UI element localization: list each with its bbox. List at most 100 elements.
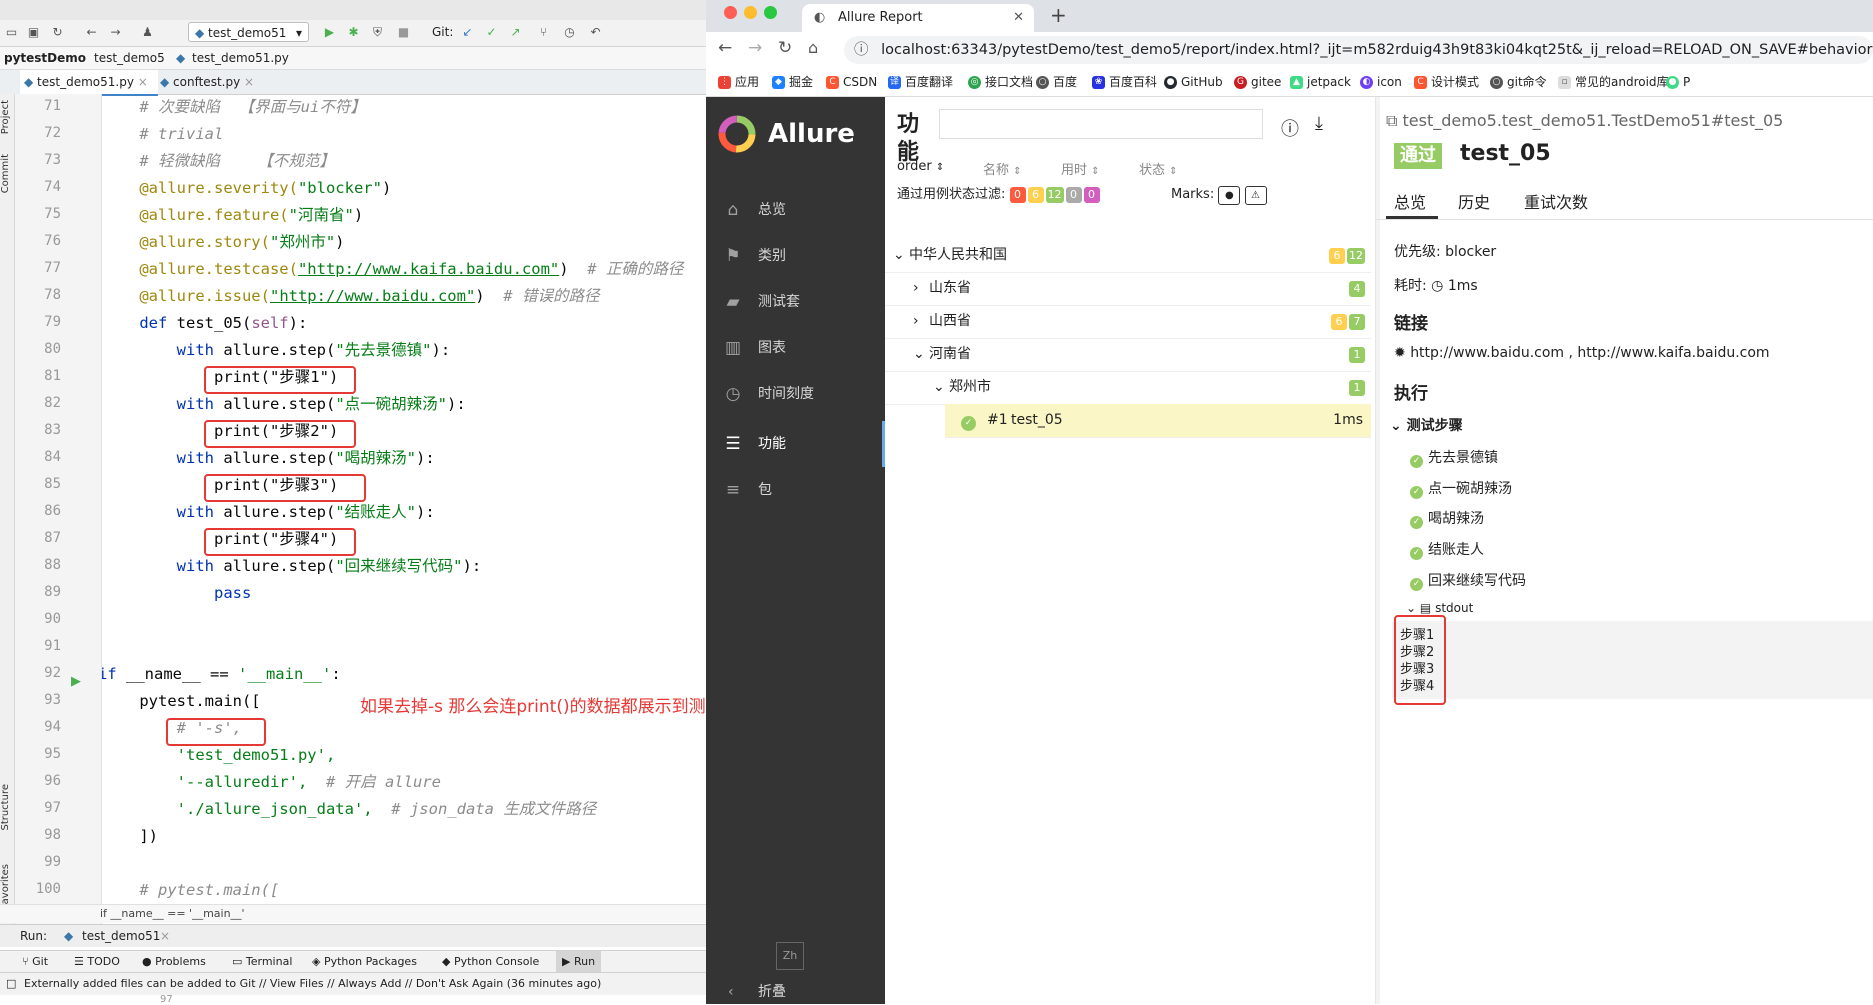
nav-suites[interactable]: ▰ 测试套: [706, 279, 885, 325]
close-window-button[interactable]: [724, 6, 737, 19]
run-gutter-icon[interactable]: ▶: [71, 674, 81, 689]
run-tab[interactable]: test_demo51: [82, 925, 160, 947]
debug-icon[interactable]: ✱: [346, 25, 361, 40]
bookmark-baidu-translate[interactable]: 译百度翻译: [888, 68, 953, 96]
sort-status[interactable]: 状态 ⇕: [1139, 159, 1178, 178]
tree-node-henan[interactable]: ⌄ 河南省 1: [885, 338, 1371, 372]
minimize-window-button[interactable]: [744, 6, 757, 19]
bookmark-design-patterns[interactable]: C 设计模式: [1414, 68, 1479, 96]
breadcrumb-project[interactable]: pytestDemo: [4, 47, 86, 69]
nav-packages[interactable]: ≡ 包: [706, 467, 885, 513]
tree-node-shanxi[interactable]: › 山西省 67: [885, 305, 1371, 339]
forward-icon[interactable]: →: [748, 38, 762, 58]
close-tab-icon[interactable]: ✕: [1013, 4, 1024, 32]
nav-overview[interactable]: ⌂ 总览: [706, 187, 885, 233]
bookmark-baidu-baike[interactable]: ❀ 百度百科: [1092, 68, 1157, 96]
project-tool-tab[interactable]: Project: [0, 100, 14, 134]
coverage-icon[interactable]: ⛨: [370, 25, 385, 40]
bookmark-baidu[interactable]: ○ 百度: [1036, 68, 1077, 96]
folder-icon[interactable]: ▭: [4, 25, 19, 40]
commit-tool-tab[interactable]: Commit: [0, 154, 14, 193]
git-push-icon[interactable]: ↗: [508, 25, 523, 40]
stop-icon[interactable]: ■: [396, 25, 411, 40]
bookmark-csdn[interactable]: C CSDN: [826, 68, 877, 96]
python-console-tool-tab[interactable]: ◆ Python Console: [442, 951, 539, 973]
run-config-select[interactable]: ◆ test_demo51 ▾: [188, 22, 309, 42]
bookmark-apps[interactable]: ⋮ 应用: [718, 68, 759, 96]
bookmark-git-commands[interactable]: ○ git命令: [1490, 68, 1547, 96]
back-icon[interactable]: ←: [84, 25, 99, 40]
nav-timeline[interactable]: ◷ 时间刻度: [706, 371, 885, 417]
tree-node-zhengzhou[interactable]: ⌄ 郑州市 1: [885, 371, 1371, 405]
step-1[interactable]: ✓ 先去景德镇: [1410, 447, 1498, 468]
flaky-mark-icon[interactable]: ●: [1218, 186, 1241, 205]
download-icon[interactable]: ⤓: [1315, 113, 1323, 134]
breadcrumb-folder[interactable]: test_demo5: [94, 47, 165, 69]
step-5[interactable]: ✓ 回来继续写代码: [1410, 570, 1526, 591]
test-steps-header[interactable]: ⌄ 测试步骤: [1390, 415, 1463, 435]
filter-passed[interactable]: 12: [1045, 187, 1064, 203]
git-branch-icon[interactable]: ⑂: [536, 25, 551, 40]
reload-icon[interactable]: ↻: [778, 38, 792, 58]
new-tab-icon[interactable]: +: [1050, 3, 1067, 27]
rollback-icon[interactable]: ↶: [588, 25, 603, 40]
structure-tool-tab[interactable]: Structure: [0, 784, 14, 831]
sort-order[interactable]: order ⇕: [897, 159, 944, 174]
git-commit-icon[interactable]: ✓: [484, 25, 499, 40]
tab-conftest[interactable]: ◆ conftest.py ×: [156, 70, 274, 94]
python-packages-tool-tab[interactable]: ◈ Python Packages: [312, 951, 417, 973]
url-input[interactable]: ⓘ localhost:63343/pytestDemo/test_demo5/…: [844, 36, 1873, 64]
step-3[interactable]: ✓ 喝胡辣汤: [1410, 508, 1484, 529]
sort-duration[interactable]: 用时 ⇕: [1061, 159, 1100, 178]
maximize-window-button[interactable]: [764, 6, 777, 19]
warning-mark-icon[interactable]: ⚠: [1244, 186, 1267, 205]
tree-node-country[interactable]: ⌄ 中华人民共和国 6 12: [885, 239, 1371, 273]
stdout-attachment[interactable]: ⌄ ▤ stdout: [1406, 601, 1473, 615]
bookmark-juejin[interactable]: ◆ 掘金: [772, 68, 813, 96]
step-4[interactable]: ✓ 结账走人: [1410, 539, 1484, 560]
filter-skipped[interactable]: 0: [1065, 187, 1082, 203]
language-switch-button[interactable]: Zh: [776, 942, 804, 970]
sync-icon[interactable]: ↻: [50, 25, 65, 40]
close-icon[interactable]: ×: [160, 925, 170, 947]
status-message[interactable]: Externally added files can be added to G…: [24, 973, 601, 995]
history-icon[interactable]: ◷: [562, 25, 577, 40]
tab-history[interactable]: 历史: [1458, 189, 1490, 213]
bookmark-api-docs[interactable]: ◎ 接口文档: [968, 68, 1033, 96]
sort-name[interactable]: 名称 ⇕: [983, 159, 1022, 178]
save-icon[interactable]: ▣: [26, 25, 41, 40]
nav-behaviors[interactable]: ☰ 功能: [706, 421, 885, 467]
run-icon[interactable]: ▶: [322, 25, 337, 40]
allure-brand[interactable]: Allure: [768, 119, 855, 149]
browser-tab-allure[interactable]: ◐ Allure Report ✕: [802, 4, 1034, 32]
problems-tool-tab[interactable]: ● Problems: [142, 951, 206, 973]
forward-icon[interactable]: →: [108, 25, 123, 40]
filter-unknown[interactable]: 0: [1083, 187, 1100, 203]
info-icon[interactable]: ⓘ: [854, 42, 869, 58]
copy-icon[interactable]: ⧉: [1386, 111, 1397, 130]
tab-retries[interactable]: 重试次数: [1524, 189, 1588, 213]
nav-graphs[interactable]: ▥ 图表: [706, 325, 885, 371]
nav-categories[interactable]: ⚑ 类别: [706, 233, 885, 279]
tab-overview[interactable]: 总览: [1394, 189, 1426, 213]
run-tool-tab[interactable]: ▶ Run: [556, 951, 602, 973]
close-icon[interactable]: ×: [138, 75, 148, 89]
breadcrumb-file[interactable]: test_demo51.py: [192, 47, 289, 69]
collapse-sidebar-button[interactable]: ‹ 折叠: [706, 979, 885, 1005]
tree-node-shandong[interactable]: › 山东省 4: [885, 272, 1371, 306]
step-2[interactable]: ✓ 点一碗胡辣汤: [1410, 478, 1512, 499]
todo-tool-tab[interactable]: ☰ TODO: [74, 951, 120, 973]
bookmark-p[interactable]: ● P: [1666, 68, 1690, 96]
filter-broken[interactable]: 6: [1027, 187, 1044, 203]
user-icon[interactable]: ♟: [140, 25, 155, 40]
home-icon[interactable]: ⌂: [808, 38, 818, 57]
back-icon[interactable]: ←: [718, 38, 732, 58]
close-icon[interactable]: ×: [244, 75, 254, 89]
info-circle-icon[interactable]: ⓘ: [1281, 115, 1299, 141]
bookmark-android-libs[interactable]: ▫ 常见的android库: [1558, 68, 1669, 96]
tab-test-demo51[interactable]: ◆ test_demo51.py ×: [20, 70, 158, 96]
bookmark-gitee[interactable]: Ggitee: [1234, 68, 1281, 96]
filter-failed[interactable]: 0: [1009, 187, 1026, 203]
links-row[interactable]: ✹ http://www.baidu.com , http://www.kaif…: [1394, 345, 1770, 361]
terminal-tool-tab[interactable]: ▭ Terminal: [232, 951, 292, 973]
